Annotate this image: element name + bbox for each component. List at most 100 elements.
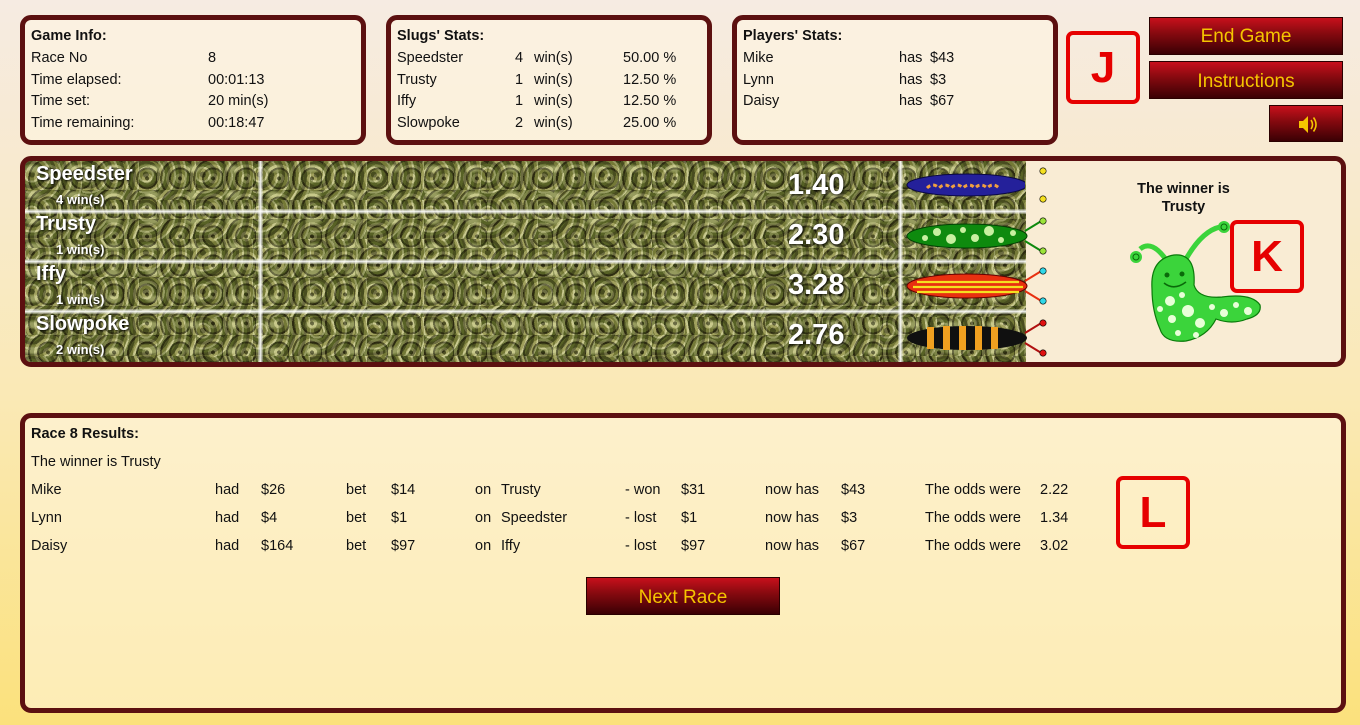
lane-slug-odds: 3.28 — [788, 269, 845, 301]
result-odds: 2.22 — [1040, 482, 1069, 498]
result-had-amount: $164 — [261, 538, 294, 554]
instructions-button[interactable]: Instructions — [1149, 61, 1343, 99]
start-line — [258, 161, 263, 362]
slug-stats-panel: Slugs' Stats: Speedster 4 win(s) 50.00 %… — [386, 15, 712, 145]
lane-slug-wins: 1 win(s) — [56, 242, 105, 257]
antenna-tip — [1039, 319, 1047, 357]
lane-divider — [25, 309, 1026, 314]
result-player: Lynn — [31, 510, 62, 526]
slug-stat-pct: 50.00 % — [623, 50, 677, 66]
slug-stat-pct: 12.50 % — [623, 93, 677, 109]
slug-stat-wins: 1 — [515, 93, 524, 109]
finish-line — [898, 161, 903, 362]
result-odds: 1.34 — [1040, 510, 1069, 526]
slug-slowpoke — [907, 321, 1044, 355]
player-stats-panel: Players' Stats: Mike has $43 Lynn has $3… — [732, 15, 1058, 145]
race-results-panel: Race 8 Results: The winner is Trusty Mik… — [20, 413, 1346, 713]
slug-stat-wins: 1 — [515, 72, 524, 88]
antenna-tip — [1039, 217, 1047, 255]
end-game-button[interactable]: End Game — [1149, 17, 1343, 55]
result-odds-label: The odds were — [925, 538, 1021, 554]
slug-stat-unit: win(s) — [534, 93, 573, 109]
slug-stat-unit: win(s) — [534, 72, 573, 88]
result-odds-label: The odds were — [925, 482, 1021, 498]
result-had: had — [215, 538, 240, 554]
result-now-has: now has — [765, 482, 820, 498]
lane-slug-name: Trusty — [36, 213, 97, 235]
results-winner-line: The winner is Trusty — [31, 454, 161, 470]
result-bet: bet — [346, 510, 367, 526]
hotkey-k-label: K — [1230, 220, 1304, 293]
race-track: Speedster 4 win(s) 1.40 Trusty 1 win(s) … — [20, 156, 1346, 367]
result-odds-label: The odds were — [925, 510, 1021, 526]
antenna-tip — [1039, 267, 1047, 305]
player-stat-name: Mike — [743, 50, 774, 66]
time-remaining-label: Time remaining: — [31, 115, 135, 131]
next-race-button[interactable]: Next Race — [586, 577, 780, 615]
lane-slug-name: Slowpoke — [36, 313, 130, 335]
time-set-label: Time set: — [31, 93, 91, 109]
slug-stat-unit: win(s) — [534, 50, 573, 66]
result-odds: 3.02 — [1040, 538, 1069, 554]
result-bet: bet — [346, 538, 367, 554]
result-player: Daisy — [31, 538, 68, 554]
player-stat-has: has — [899, 72, 923, 88]
lane-slug-wins: 2 win(s) — [56, 342, 105, 357]
result-bet-amount: $1 — [391, 510, 408, 526]
winner-slug-name: Trusty — [1161, 199, 1206, 215]
slug-stat-wins: 2 — [515, 115, 524, 131]
game-info-panel: Game Info: Race No 8 Time elapsed: 00:01… — [20, 15, 366, 145]
player-stat-amount: $67 — [930, 93, 955, 109]
player-stat-has: has — [899, 50, 923, 66]
slug-iffy — [906, 269, 1044, 303]
lane-slug-wins: 1 win(s) — [56, 292, 105, 307]
result-outcome-amount: $1 — [681, 510, 698, 526]
result-player: Mike — [31, 482, 62, 498]
result-on: on — [475, 538, 492, 554]
result-had: had — [215, 510, 240, 526]
antenna-tip — [1039, 167, 1047, 203]
hotkey-j-label: J — [1066, 31, 1140, 104]
player-stat-name: Lynn — [743, 72, 774, 88]
result-had: had — [215, 482, 240, 498]
result-on: on — [475, 482, 492, 498]
sound-toggle-button[interactable] — [1269, 105, 1343, 142]
player-stat-name: Daisy — [743, 93, 780, 109]
result-now-amount: $3 — [841, 510, 858, 526]
lane-slug-name: Iffy — [36, 263, 66, 285]
speaker-icon — [1299, 116, 1317, 133]
results-title: Race 8 Results: — [31, 426, 139, 442]
result-had-amount: $4 — [261, 510, 278, 526]
result-now-amount: $67 — [841, 538, 866, 554]
time-elapsed-label: Time elapsed: — [31, 72, 122, 88]
result-outcome: - won — [625, 482, 661, 498]
player-stat-amount: $43 — [930, 50, 955, 66]
lane-slug-odds: 2.76 — [788, 319, 845, 351]
slug-stat-name: Speedster — [397, 50, 464, 66]
result-slug: Trusty — [501, 482, 541, 498]
slug-trusty — [906, 219, 1044, 253]
slug-stat-pct: 12.50 % — [623, 72, 677, 88]
race-no-label: Race No — [31, 50, 88, 66]
time-set-value: 20 min(s) — [208, 93, 269, 109]
time-remaining-value: 00:18:47 — [208, 115, 265, 131]
lane-slug-odds: 1.40 — [788, 169, 845, 201]
player-stat-has: has — [899, 93, 923, 109]
result-bet-amount: $14 — [391, 482, 416, 498]
result-slug: Iffy — [501, 538, 521, 554]
slug-stat-name: Slowpoke — [397, 115, 460, 131]
result-on: on — [475, 510, 492, 526]
lane-slug-name: Speedster — [36, 163, 133, 185]
result-had-amount: $26 — [261, 482, 286, 498]
result-now-has: now has — [765, 538, 820, 554]
lane-slug-wins: 4 win(s) — [56, 192, 105, 207]
slug-stats-title: Slugs' Stats: — [397, 28, 485, 44]
result-outcome: - lost — [625, 510, 657, 526]
result-now-has: now has — [765, 510, 820, 526]
slug-stat-wins: 4 — [515, 50, 524, 66]
result-outcome: - lost — [625, 538, 657, 554]
result-now-amount: $43 — [841, 482, 866, 498]
lane-slug-odds: 2.30 — [788, 219, 845, 251]
result-outcome-amount: $97 — [681, 538, 706, 554]
hotkey-l-label: L — [1116, 476, 1190, 549]
